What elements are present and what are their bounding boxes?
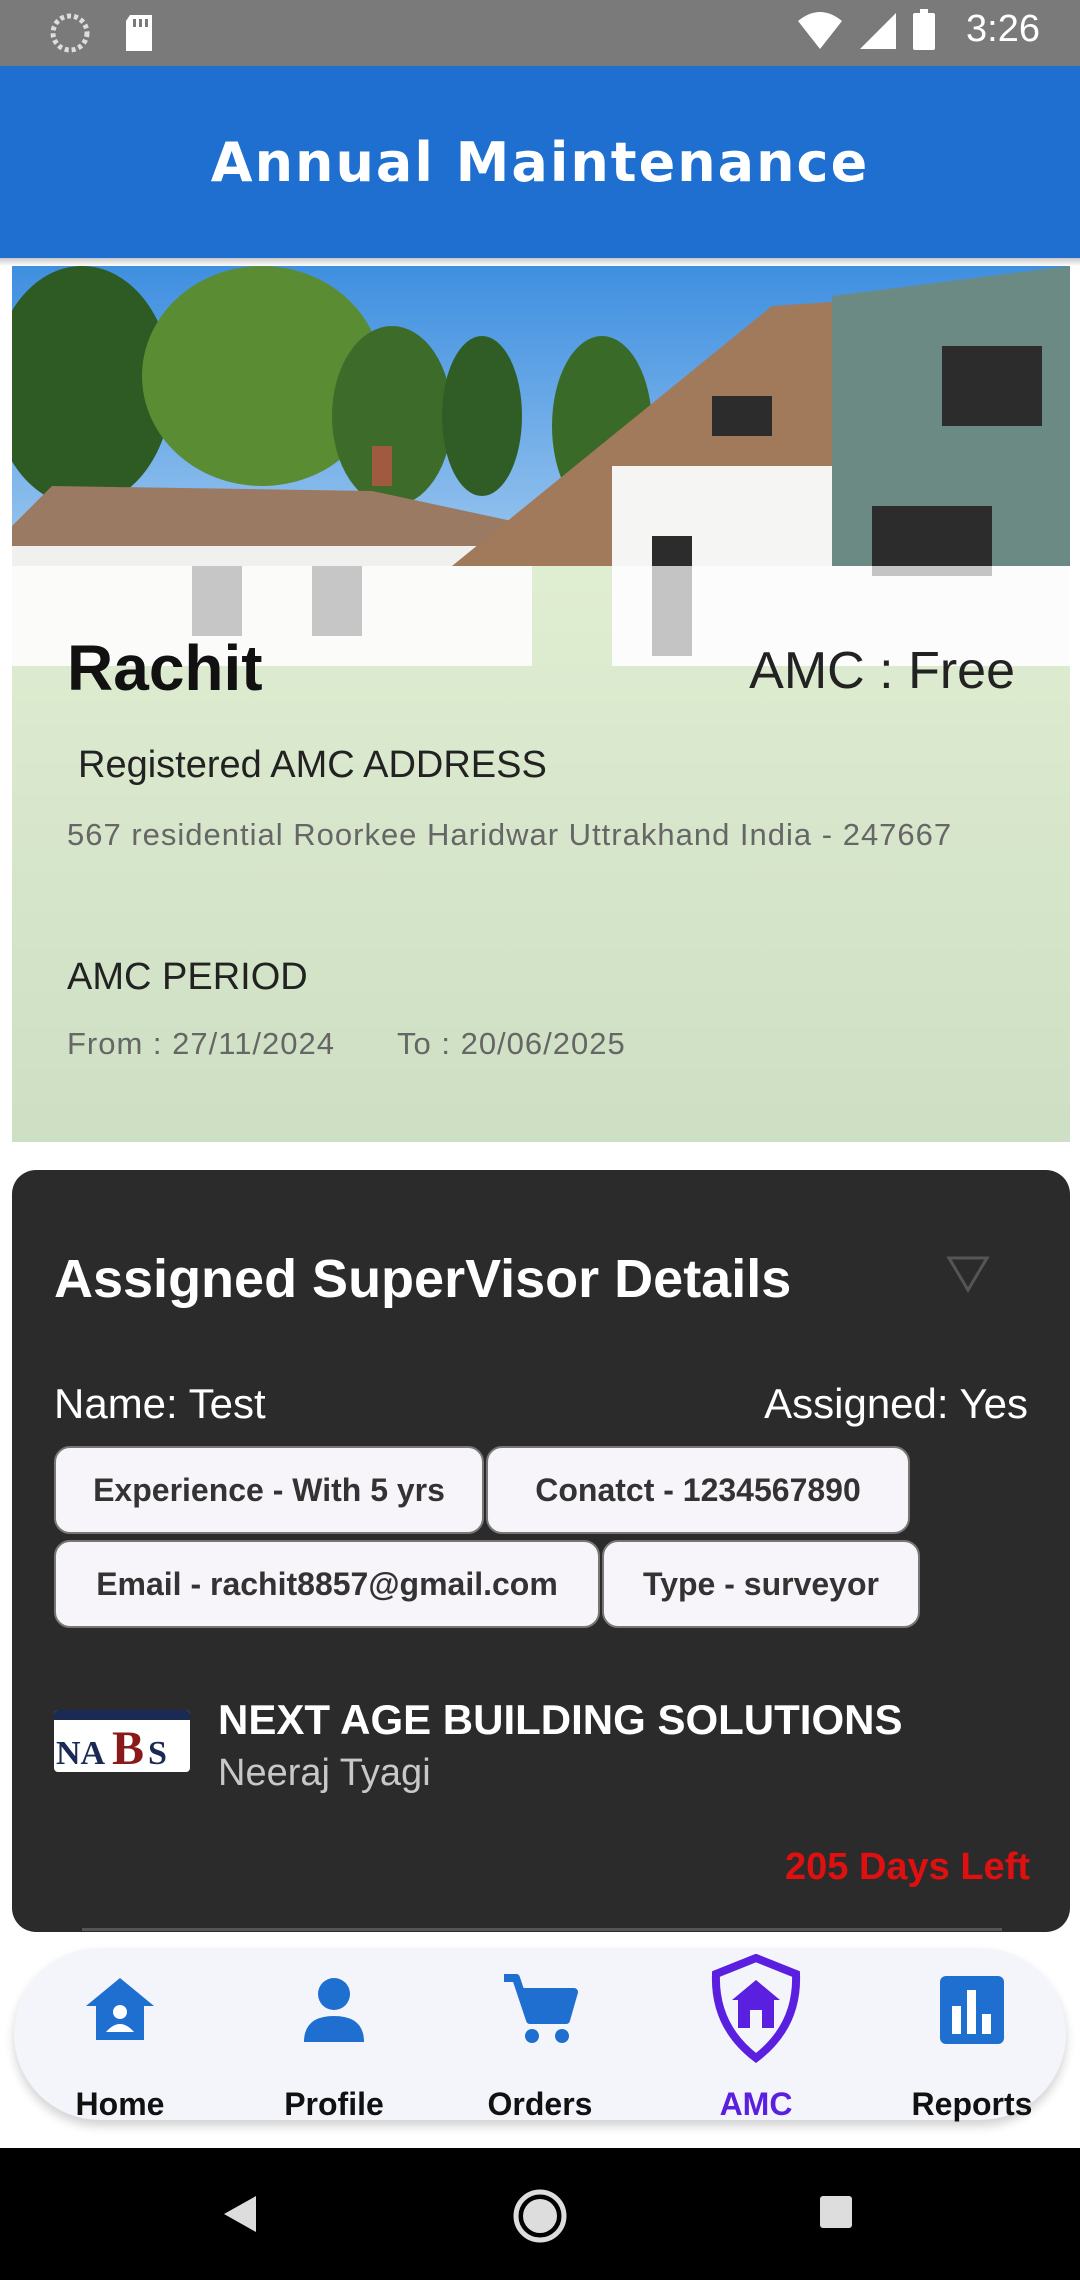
bottom-nav: Home Profile Orders AMC Reports (14, 1948, 1066, 2122)
nav-orders[interactable]: Orders (440, 1948, 640, 2122)
nav-label-home: Home (75, 2086, 165, 2122)
home-icon (86, 1978, 154, 2040)
status-time: 3:26 (966, 8, 1040, 50)
contact-chip[interactable]: Conatct - 1234567890 (486, 1446, 910, 1534)
sync-icon (50, 13, 90, 53)
company-name: NEXT AGE BUILDING SOLUTIONS (218, 1696, 903, 1743)
nav-home[interactable]: Home (20, 1948, 220, 2122)
nav-label-reports: Reports (911, 2086, 1033, 2122)
nav-profile[interactable]: Profile (234, 1948, 434, 2122)
days-left-badge: 205 Days Left (784, 1846, 1030, 1888)
signal-icon (860, 12, 897, 49)
system-nav-bar (0, 2148, 1080, 2280)
status-bar: 3:26 (0, 0, 1080, 66)
email-chip[interactable]: Email - rachit8857@gmail.com (54, 1540, 600, 1628)
collapse-triangle-icon[interactable] (946, 1254, 990, 1294)
nav-label-amc: AMC (719, 2086, 793, 2122)
chart-icon (940, 1976, 1004, 2044)
cart-icon (504, 1974, 578, 2043)
nav-reports[interactable]: Reports (872, 1948, 1072, 2122)
period-label: AMC PERIOD (67, 956, 308, 998)
supervisor-name: Name: Test (54, 1380, 266, 1427)
owner-name: Rachit (67, 632, 263, 704)
address-label: Registered AMC ADDRESS (78, 744, 547, 786)
supervisor-title: Assigned SuperVisor Details (54, 1249, 792, 1309)
app-bar-shadow (0, 258, 1080, 266)
amc-hero-card: Rachit AMC : Free Registered AMC ADDRESS… (12, 266, 1070, 1142)
nav-amc[interactable]: AMC (656, 1948, 856, 2122)
wifi-icon (798, 11, 843, 49)
company-person: Neeraj Tyagi (218, 1752, 431, 1794)
period-from: From : 27/11/2024 (67, 1026, 336, 1061)
type-chip[interactable]: Type - surveyor (602, 1540, 920, 1628)
nav-label-orders: Orders (487, 2086, 593, 2122)
amc-type: AMC : Free (749, 642, 1015, 700)
shield-home-icon (711, 1954, 801, 2064)
address-text: 567 residential Roorkee Haridwar Uttrakh… (67, 817, 953, 852)
experience-chip[interactable]: Experience - With 5 yrs (54, 1446, 484, 1534)
svg-text:NA: NA (56, 1735, 106, 1772)
nav-label-profile: Profile (284, 2086, 384, 2122)
period-to: To : 20/06/2025 (397, 1026, 626, 1061)
card-divider (82, 1928, 1002, 1931)
company-logo: NA B S (54, 1710, 190, 1772)
supervisor-card: Assigned SuperVisor Details Name: Test A… (12, 1170, 1070, 1932)
app-bar: Annual Maintenance (0, 66, 1080, 258)
home-circle-icon[interactable] (512, 2188, 568, 2244)
person-icon (304, 1978, 364, 2042)
page-title: Annual Maintenance (210, 130, 870, 194)
svg-text:B: B (112, 1722, 144, 1772)
back-icon[interactable] (220, 2192, 260, 2236)
sd-card-icon (126, 15, 152, 51)
recents-square-icon[interactable] (818, 2194, 854, 2230)
battery-icon (913, 8, 936, 50)
supervisor-assigned: Assigned: Yes (764, 1380, 1028, 1427)
svg-text:S: S (148, 1735, 167, 1772)
